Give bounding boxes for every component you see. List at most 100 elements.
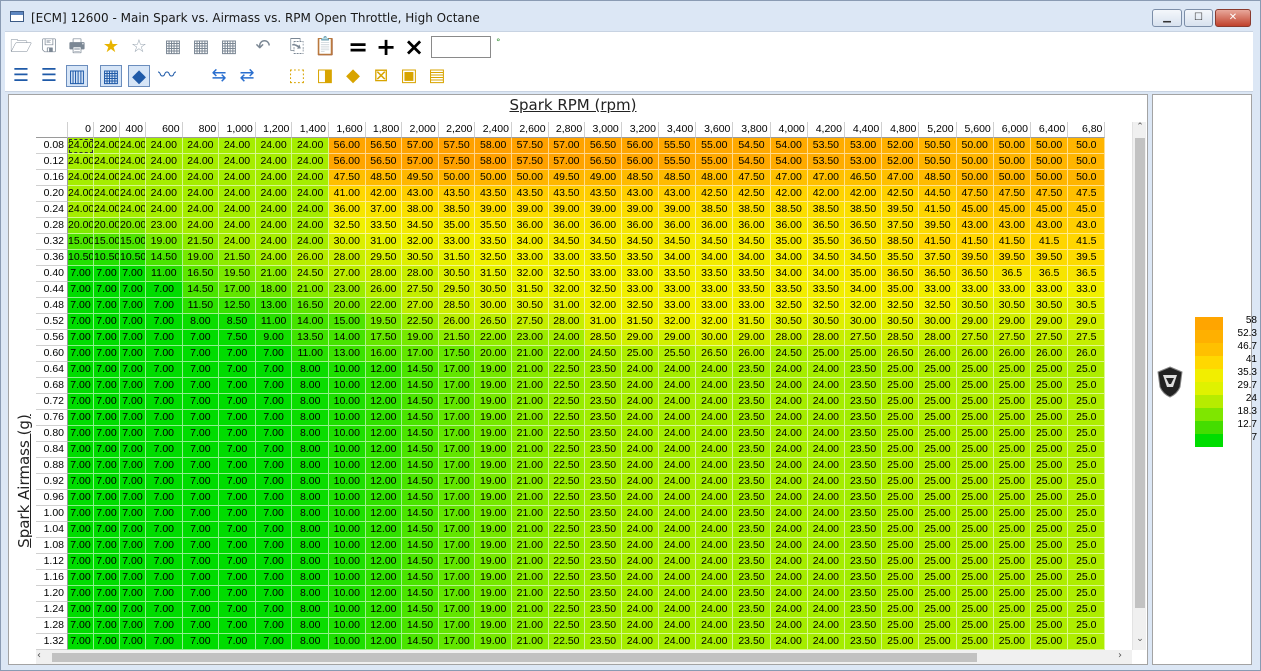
table-cell[interactable]: 25.00 xyxy=(882,474,920,490)
table-cell[interactable]: 24.00 xyxy=(659,362,697,378)
table-cell[interactable]: 38.50 xyxy=(438,202,476,218)
table-cell[interactable]: 21.00 xyxy=(512,378,549,394)
table-cell[interactable]: 10.00 xyxy=(329,474,366,490)
table-cell[interactable]: 24.00 xyxy=(219,154,256,170)
table-cell[interactable]: 45.00 xyxy=(993,202,1031,218)
table-cell[interactable]: 24.00 xyxy=(255,170,293,186)
table-cell[interactable]: 19.50 xyxy=(365,314,403,330)
table-cell[interactable]: 32.50 xyxy=(475,250,512,266)
undo-icon[interactable]: ↶ xyxy=(252,36,274,58)
table-cell[interactable]: 27.50 xyxy=(993,330,1031,346)
table-cell[interactable]: 22.50 xyxy=(548,394,586,410)
table-cell[interactable]: 17.00 xyxy=(402,346,439,362)
table-cell[interactable]: 24.00 xyxy=(807,570,845,586)
table-cell[interactable]: 24.00 xyxy=(621,410,659,426)
table-cell[interactable]: 7.00 xyxy=(146,394,183,410)
table-cell[interactable]: 36.50 xyxy=(882,266,920,282)
table-cell[interactable]: 8.00 xyxy=(292,522,329,538)
table-cell[interactable]: 7.00 xyxy=(182,474,220,490)
table-cell[interactable]: 7.00 xyxy=(219,602,256,618)
table-cell[interactable]: 7.00 xyxy=(68,586,94,602)
table-cell[interactable]: 23.50 xyxy=(845,442,883,458)
table-cell[interactable]: 24.00 xyxy=(696,394,734,410)
table-cell[interactable]: 26.00 xyxy=(956,346,994,362)
table-cell[interactable]: 32.00 xyxy=(548,282,586,298)
table-cell[interactable]: 7.00 xyxy=(94,522,120,538)
table-cell[interactable]: 7.00 xyxy=(182,442,220,458)
table-cell[interactable]: 25.0 xyxy=(1068,618,1106,634)
table-cell[interactable]: 14.50 xyxy=(402,538,439,554)
table-cell[interactable]: 23.50 xyxy=(845,554,883,570)
table-cell[interactable]: 23.50 xyxy=(733,474,771,490)
table-cell[interactable]: 24.00 xyxy=(659,554,697,570)
table-cell[interactable]: 7.00 xyxy=(68,426,94,442)
table-cell[interactable]: 7.00 xyxy=(182,362,220,378)
table-cell[interactable]: 56.00 xyxy=(621,154,659,170)
table-cell[interactable]: 14.50 xyxy=(402,442,439,458)
table-cell[interactable]: 7.00 xyxy=(68,522,94,538)
table-cell[interactable]: 25.00 xyxy=(1031,602,1069,618)
table-cell[interactable]: 48.50 xyxy=(659,170,697,186)
table-cell[interactable]: 7.00 xyxy=(146,314,183,330)
table-cell[interactable]: 7.00 xyxy=(94,330,120,346)
table-cell[interactable]: 7.00 xyxy=(255,410,293,426)
table-cell[interactable]: 33.00 xyxy=(1031,282,1069,298)
table-cell[interactable]: 30.00 xyxy=(696,330,734,346)
table-cell[interactable]: 49.00 xyxy=(585,170,622,186)
table-cell[interactable]: 24.00 xyxy=(255,250,293,266)
table-cell[interactable]: 7.00 xyxy=(120,602,146,618)
table-cell[interactable]: 7.00 xyxy=(94,282,120,298)
table-cell[interactable]: 29.0 xyxy=(1068,314,1106,330)
table-cell[interactable]: 28.00 xyxy=(548,314,586,330)
table-cell[interactable]: 24.00 xyxy=(255,202,293,218)
table-cell[interactable]: 24.00 xyxy=(94,154,120,170)
table-cell[interactable]: 24.00 xyxy=(182,202,220,218)
table-cell[interactable]: 7.00 xyxy=(146,538,183,554)
table-cell[interactable]: 26.00 xyxy=(1031,346,1069,362)
vertical-scrollbar[interactable]: ⌃ ⌄ xyxy=(1132,122,1146,650)
table-cell[interactable]: 24.00 xyxy=(68,186,94,202)
table-cell[interactable]: 24.00 xyxy=(659,474,697,490)
table-cell[interactable]: 25.00 xyxy=(919,554,957,570)
table-cell[interactable]: 22.50 xyxy=(548,506,586,522)
table-cell[interactable]: 7.00 xyxy=(68,330,94,346)
table-cell[interactable]: 23.50 xyxy=(585,378,622,394)
row-header[interactable]: 0.84 xyxy=(36,442,68,458)
table-cell[interactable]: 7.00 xyxy=(120,266,146,282)
row-header[interactable]: 1.00 xyxy=(36,506,68,522)
table-cell[interactable]: 33.50 xyxy=(365,218,403,234)
table-cell[interactable]: 23.50 xyxy=(845,362,883,378)
table-cell[interactable]: 30.50 xyxy=(438,266,476,282)
table-cell[interactable]: 24.00 xyxy=(292,202,329,218)
table-cell[interactable]: 25.0 xyxy=(1068,394,1106,410)
table-cell[interactable]: 24.50 xyxy=(585,346,622,362)
table-cell[interactable]: 23.50 xyxy=(733,490,771,506)
table-cell[interactable]: 19.00 xyxy=(475,474,512,490)
app-icon[interactable] xyxy=(10,11,24,22)
table-cell[interactable]: 14.50 xyxy=(402,426,439,442)
table-cell[interactable]: 22.50 xyxy=(548,442,586,458)
graph-view-icon[interactable]: 〰 xyxy=(156,65,178,87)
table-cell[interactable]: 14.50 xyxy=(402,378,439,394)
table-cell[interactable]: 10.00 xyxy=(329,442,366,458)
table-cell[interactable]: 7.00 xyxy=(68,538,94,554)
column-header[interactable]: 1,400 xyxy=(292,122,329,138)
table-cell[interactable]: 57.00 xyxy=(402,154,439,170)
table-cell[interactable]: 7.00 xyxy=(146,570,183,586)
table-cell[interactable]: 19.00 xyxy=(146,234,183,250)
table-cell[interactable]: 24.00 xyxy=(255,218,293,234)
row-header[interactable]: 0.48 xyxy=(36,298,68,314)
table-cell[interactable]: 28.00 xyxy=(807,330,845,346)
table-cell[interactable]: 56.00 xyxy=(621,138,659,154)
table-cell[interactable]: 32.50 xyxy=(548,266,586,282)
table-cell[interactable]: 33.50 xyxy=(770,282,808,298)
table-cell[interactable]: 7.00 xyxy=(68,314,94,330)
table-cell[interactable]: 25.0 xyxy=(1068,458,1106,474)
table-cell[interactable]: 41.50 xyxy=(919,202,957,218)
table-cell[interactable]: 25.00 xyxy=(919,506,957,522)
table-cell[interactable]: 25.00 xyxy=(919,490,957,506)
table-cell[interactable]: 7.00 xyxy=(68,298,94,314)
row-header[interactable]: 0.88 xyxy=(36,458,68,474)
table-cell[interactable]: 33.50 xyxy=(733,282,771,298)
table-cell[interactable]: 7.00 xyxy=(120,330,146,346)
